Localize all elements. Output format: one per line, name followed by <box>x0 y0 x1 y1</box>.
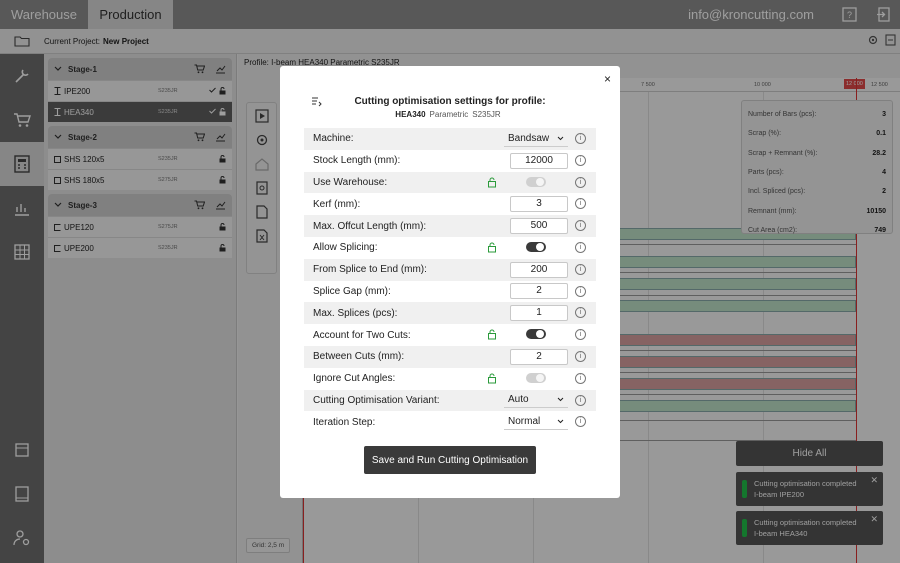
info-icon[interactable]: i <box>575 176 586 188</box>
setting-row-machine: Machine: Bandsaw i <box>304 128 596 150</box>
unlock-icon <box>488 177 496 188</box>
info-icon[interactable]: i <box>575 329 586 341</box>
between-cuts-input[interactable]: 2 <box>510 348 568 365</box>
max-splices-input[interactable]: 1 <box>510 305 568 322</box>
info-icon[interactable]: i <box>575 416 586 428</box>
use-warehouse-toggle[interactable] <box>526 176 546 187</box>
splice-to-end-input[interactable]: 200 <box>510 261 568 278</box>
select-value: Auto <box>508 394 529 406</box>
unlock-icon <box>488 242 496 253</box>
setting-row-ignore-angles: Ignore Cut Angles: i <box>304 368 596 390</box>
setting-label: Stock Length (mm): <box>313 155 401 167</box>
info-icon[interactable]: i <box>575 350 586 362</box>
toggle-knob <box>536 242 544 251</box>
save-and-run-button[interactable]: Save and Run Cutting Optimisation <box>364 446 536 474</box>
setting-label: Kerf (mm): <box>313 198 361 210</box>
modal-variant: Parametric <box>429 110 469 119</box>
chevron-down-icon <box>557 398 564 402</box>
setting-label: Max. Offcut Length (mm): <box>313 220 427 232</box>
unlock-icon <box>488 329 496 340</box>
modal-title: Cutting optimisation settings for profil… <box>354 96 546 107</box>
setting-row-splice-to-end: From Splice to End (mm): 200 i <box>304 258 596 281</box>
setting-row-iteration-step: Iteration Step: Normal i <box>304 411 596 433</box>
setting-row-two-cuts: Account for Two Cuts: i <box>304 324 596 346</box>
variant-select[interactable]: Auto <box>504 392 568 409</box>
setting-row-max-splices: Max. Splices (pcs): 1 i <box>304 302 596 325</box>
setting-label: Machine: <box>313 133 354 145</box>
info-icon[interactable]: i <box>575 263 586 275</box>
info-icon[interactable]: i <box>575 307 586 319</box>
setting-label: Cutting Optimisation Variant: <box>313 394 440 406</box>
setting-label: Account for Two Cuts: <box>313 329 411 341</box>
setting-row-use-warehouse: Use Warehouse: i <box>304 171 596 194</box>
info-icon[interactable]: i <box>575 241 586 253</box>
modal-profile: HEA340 <box>395 110 426 119</box>
setting-label: Use Warehouse: <box>313 176 388 188</box>
optimisation-settings-modal: × Cutting optimisation settings for prof… <box>280 66 620 498</box>
chevron-down-icon <box>557 136 564 141</box>
toggle-knob <box>536 373 544 382</box>
setting-label: Splice Gap (mm): <box>313 285 391 297</box>
machine-select[interactable]: Bandsaw <box>504 131 568 147</box>
info-icon[interactable]: i <box>575 198 586 210</box>
setting-row-allow-splicing: Allow Splicing: i <box>304 237 596 259</box>
close-icon[interactable]: × <box>604 72 611 86</box>
setting-row-splice-gap: Splice Gap (mm): 2 i <box>304 281 596 303</box>
select-value: Bandsaw <box>508 132 550 144</box>
select-value: Normal <box>508 416 541 428</box>
chevron-down-icon <box>557 419 564 424</box>
stock-length-input[interactable]: 12000 <box>510 152 568 169</box>
ignore-angles-toggle[interactable] <box>526 372 546 383</box>
toggle-knob <box>536 177 544 186</box>
kerf-input[interactable]: 3 <box>510 196 568 213</box>
info-icon[interactable]: i <box>575 285 586 297</box>
modal-grade: S235JR <box>472 110 501 119</box>
info-icon[interactable]: i <box>575 154 586 166</box>
setting-row-max-offcut: Max. Offcut Length (mm): 500 i <box>304 215 596 237</box>
info-icon[interactable]: i <box>575 133 586 144</box>
setting-label: Max. Splices (pcs): <box>313 307 398 319</box>
setting-row-variant: Cutting Optimisation Variant: Auto i <box>304 389 596 412</box>
modal-subtitle: HEA340 Parametric S235JR <box>280 110 620 119</box>
unlock-icon <box>488 373 496 384</box>
info-icon[interactable]: i <box>575 394 586 406</box>
setting-label: Between Cuts (mm): <box>313 351 405 363</box>
max-offcut-input[interactable]: 500 <box>510 218 568 235</box>
info-icon[interactable]: i <box>575 372 586 384</box>
toggle-knob <box>536 330 544 339</box>
allow-splicing-toggle[interactable] <box>526 241 546 252</box>
info-icon[interactable]: i <box>575 220 586 232</box>
setting-row-stock-length: Stock Length (mm): 12000 i <box>304 150 596 172</box>
setting-label: Iteration Step: <box>313 416 376 428</box>
setting-row-between-cuts: Between Cuts (mm): 2 i <box>304 345 596 368</box>
setting-label: Allow Splicing: <box>313 242 378 254</box>
splice-gap-input[interactable]: 2 <box>510 283 568 300</box>
two-cuts-toggle[interactable] <box>526 329 546 340</box>
iteration-step-select[interactable]: Normal <box>504 414 568 431</box>
setting-label: From Splice to End (mm): <box>313 264 427 276</box>
settings-rows: Machine: Bandsaw i Stock Length (mm): 12… <box>304 128 596 433</box>
setting-label: Ignore Cut Angles: <box>313 373 396 385</box>
setting-row-kerf: Kerf (mm): 3 i <box>304 193 596 215</box>
